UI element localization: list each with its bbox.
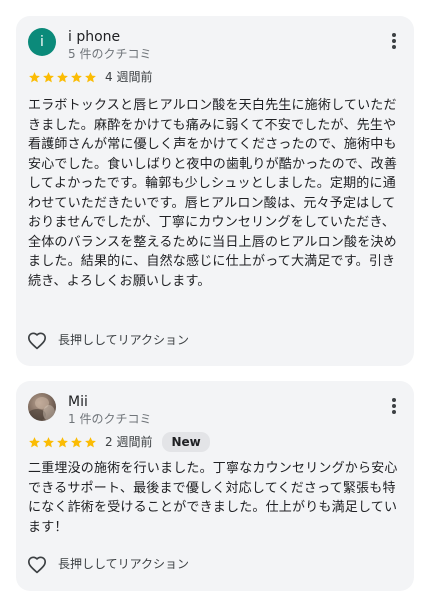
review-card: i i phone 5 件のクチコミ 4 週間前 エラボトックスと唇ヒアルロン酸…: [16, 16, 414, 366]
reviewer-name[interactable]: Mii: [68, 393, 88, 411]
rating-row: 2 週間前 New: [28, 432, 210, 452]
star-icon: [29, 436, 40, 447]
star-rating: [28, 436, 98, 449]
reaction-label: 長押ししてリアクション: [58, 333, 190, 347]
star-icon: [85, 71, 96, 82]
avatar-initial: i: [40, 34, 44, 50]
star-icon: [29, 71, 40, 82]
review-time: 2 週間前: [105, 435, 153, 449]
star-icon: [43, 436, 54, 447]
heart-outline-icon: [28, 332, 46, 350]
star-icon: [57, 436, 68, 447]
review-text: エラボトックスと唇ヒアルロン酸を天白先生に施術していただきました。麻酔をかけても…: [28, 98, 398, 289]
avatar-photo-image: [28, 397, 55, 421]
review-card: Mii 1 件のクチコミ 2 週間前 New 二重埋没の施術を行いました。丁寧な…: [16, 381, 414, 591]
star-rating: [28, 71, 98, 84]
heart-outline-icon: [28, 556, 46, 574]
review-text: 二重埋没の施術を行いました。丁寧なカウンセリングから安心できるサポート、最後まで…: [28, 461, 398, 535]
star-icon: [71, 71, 82, 82]
reaction-label: 長押ししてリアクション: [58, 557, 190, 571]
rating-row: 4 週間前: [28, 68, 152, 86]
reaction-button[interactable]: 長押ししてリアクション: [26, 553, 189, 575]
avatar[interactable]: i: [28, 28, 56, 56]
new-badge: New: [162, 432, 210, 452]
review-list: i i phone 5 件のクチコミ 4 週間前 エラボトックスと唇ヒアルロン酸…: [0, 0, 430, 608]
more-options-button[interactable]: [388, 32, 400, 54]
avatar[interactable]: [28, 393, 56, 421]
more-options-button[interactable]: [388, 397, 400, 419]
more-vert-icon: [392, 398, 396, 402]
star-icon: [57, 71, 68, 82]
star-icon: [43, 71, 54, 82]
star-icon: [85, 436, 96, 447]
reviewer-name[interactable]: i phone: [68, 28, 120, 46]
reviewer-review-count[interactable]: 5 件のクチコミ: [68, 47, 151, 62]
star-icon: [71, 436, 82, 447]
review-time: 4 週間前: [105, 70, 153, 84]
more-vert-icon: [392, 33, 396, 37]
reviewer-review-count[interactable]: 1 件のクチコミ: [68, 412, 151, 427]
reaction-button[interactable]: 長押ししてリアクション: [26, 329, 189, 351]
